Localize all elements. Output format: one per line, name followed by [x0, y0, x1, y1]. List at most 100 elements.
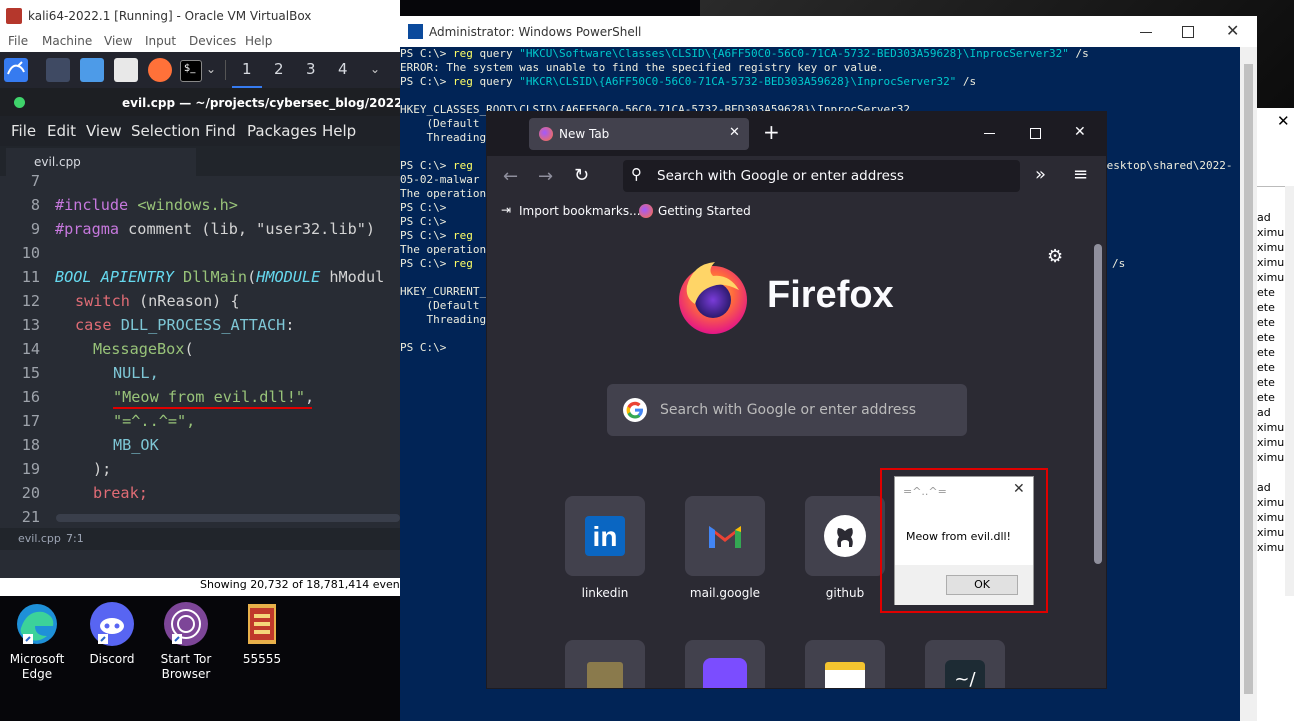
- vbox-menu-input[interactable]: Input: [145, 34, 176, 48]
- maximize-icon[interactable]: [1030, 128, 1041, 139]
- minimize-icon[interactable]: [1140, 32, 1152, 33]
- shortcut-site-7[interactable]: [805, 640, 885, 688]
- vbox-menu-devices[interactable]: Devices: [189, 34, 236, 48]
- firefox-scrollbar-thumb[interactable]: [1094, 244, 1102, 564]
- scrollbar[interactable]: [1285, 186, 1294, 596]
- powershell-title: Administrator: Windows PowerShell: [429, 25, 642, 39]
- shortcut-site-5[interactable]: [565, 640, 645, 688]
- editor-menu-help[interactable]: Help: [322, 122, 356, 140]
- desktop-icon-edge[interactable]: Microsoft Edge: [2, 600, 72, 682]
- list-item: ete: [1257, 286, 1275, 299]
- editor-menu-packages[interactable]: Packages: [247, 122, 317, 140]
- console-line: (Default: [400, 117, 480, 130]
- reload-icon[interactable]: ↻: [574, 165, 589, 186]
- list-item: ad: [1257, 211, 1271, 224]
- status-file[interactable]: evil.cpp: [18, 532, 61, 545]
- show-desktop-icon[interactable]: [46, 58, 70, 82]
- close-icon[interactable]: ✕: [1013, 481, 1025, 497]
- panel-divider: [225, 60, 226, 80]
- vbox-menu-view[interactable]: View: [104, 34, 132, 48]
- vbox-menu-file[interactable]: File: [8, 34, 28, 48]
- editor-menu-edit[interactable]: Edit: [47, 122, 76, 140]
- new-tab-page: ⚙ Firefox Search with Google or enter ad…: [487, 222, 1106, 688]
- code-area[interactable]: 7 8 9 10 11 12 13 14 15 16 17 18 19 20 2…: [0, 172, 400, 526]
- url-placeholder: Search with Google or enter address: [657, 168, 904, 184]
- editor-tabbar: evil.cpp: [0, 146, 400, 176]
- ok-button[interactable]: OK: [946, 575, 1018, 595]
- firefox-favicon-icon: [639, 204, 653, 218]
- shortcut-linkedin[interactable]: in: [565, 496, 645, 576]
- workspace-3[interactable]: 3: [306, 60, 316, 78]
- editor-menu-file[interactable]: File: [11, 122, 36, 140]
- console-line-tail: Desktop\shared\2022-: [1100, 159, 1233, 172]
- shortcut-site-8[interactable]: ~/: [925, 640, 1005, 688]
- console-line: PS C:\> reg: [400, 257, 473, 270]
- code-line: MessageBox(: [93, 340, 194, 358]
- code-line: break;: [93, 484, 148, 502]
- close-icon[interactable]: ✕: [1074, 124, 1086, 140]
- close-icon[interactable]: ✕: [1277, 112, 1290, 130]
- desktop-icon-55555[interactable]: 55555: [227, 600, 297, 667]
- firefox-launcher-icon[interactable]: [148, 58, 172, 82]
- line-number: 8: [30, 196, 40, 214]
- bookmark-getting-started[interactable]: Getting Started: [658, 204, 751, 218]
- chevron-down-icon[interactable]: ⌄: [206, 62, 216, 76]
- shortcut-site-6[interactable]: [685, 640, 765, 688]
- overflow-chevrons-icon[interactable]: »: [1035, 164, 1046, 185]
- close-icon[interactable]: ✕: [1226, 21, 1239, 40]
- line-number: 19: [21, 460, 40, 478]
- hamburger-menu-icon[interactable]: ≡: [1073, 164, 1088, 185]
- terminal-icon[interactable]: $_: [180, 60, 202, 82]
- dialog-message: Meow from evil.dll!: [906, 530, 1011, 543]
- vbox-menu-machine[interactable]: Machine: [42, 34, 92, 48]
- forward-arrow-icon[interactable]: →: [538, 166, 553, 187]
- file-manager-icon[interactable]: [80, 58, 104, 82]
- desktop-icon-discord[interactable]: Discord: [77, 600, 147, 667]
- console-line: PS C:\>: [400, 341, 447, 354]
- window-dot-icon[interactable]: [14, 97, 25, 108]
- code-line: BOOL APIENTRY DllMain(HMODULE hModul: [55, 268, 385, 286]
- vbox-menu-help[interactable]: Help: [245, 34, 272, 48]
- url-bar[interactable]: ⚲ Search with Google or enter address: [623, 160, 1020, 192]
- editor-menu-view[interactable]: View: [86, 122, 122, 140]
- text-editor-icon[interactable]: [114, 58, 138, 82]
- editor-menu-find[interactable]: Find: [205, 122, 236, 140]
- site-thumbnail-icon: [587, 662, 623, 688]
- workspace-1[interactable]: 1: [242, 60, 252, 78]
- minimize-icon[interactable]: [984, 133, 995, 134]
- workspace-2[interactable]: 2: [274, 60, 284, 78]
- shortcut-gmail[interactable]: [685, 496, 765, 576]
- code-line: case DLL_PROCESS_ATTACH:: [75, 316, 295, 334]
- close-tab-icon[interactable]: ✕: [729, 125, 740, 140]
- dialog-title: =^..^=: [903, 485, 947, 498]
- background-window: ✕ ad ximum ximum ximum ximum ete ete ete…: [1257, 108, 1294, 721]
- newtab-search-box[interactable]: Search with Google or enter address: [607, 384, 967, 436]
- bookmark-import[interactable]: Import bookmarks...: [519, 204, 641, 218]
- line-number: 12: [21, 292, 40, 310]
- gear-icon[interactable]: ⚙: [1047, 246, 1063, 267]
- desktop-icon-label: Discord: [89, 652, 135, 666]
- new-tab-plus-icon[interactable]: +: [763, 120, 780, 144]
- list-item: ete: [1257, 391, 1275, 404]
- list-item: ete: [1257, 331, 1275, 344]
- horizontal-scrollbar[interactable]: [56, 514, 400, 522]
- desktop-icon-tor[interactable]: Start Tor Browser: [151, 600, 221, 682]
- kali-menu-icon[interactable]: [4, 58, 28, 82]
- gmail-icon: [707, 520, 743, 554]
- code-line: );: [93, 460, 112, 478]
- editor-menu-selection[interactable]: Selection: [131, 122, 200, 140]
- import-bookmarks-icon: ⇥: [501, 203, 512, 217]
- console-line: The operation: [400, 243, 487, 256]
- powershell-titlebar: Administrator: Windows PowerShell ✕: [400, 16, 1257, 47]
- chevron-down-icon[interactable]: ⌄: [370, 62, 380, 76]
- list-item: ete: [1257, 346, 1275, 359]
- powershell-scrollbar-thumb[interactable]: [1244, 64, 1253, 694]
- status-cursor-position[interactable]: 7:1: [66, 532, 84, 545]
- edge-icon: [13, 600, 61, 648]
- back-arrow-icon[interactable]: ←: [503, 166, 518, 187]
- workspace-4[interactable]: 4: [338, 60, 348, 78]
- firefox-tab-new-tab[interactable]: New Tab ✕: [529, 118, 749, 150]
- virtualbox-title: kali64-2022.1 [Running] - Oracle VM Virt…: [28, 9, 312, 23]
- maximize-icon[interactable]: [1182, 26, 1194, 38]
- shortcut-github[interactable]: [805, 496, 885, 576]
